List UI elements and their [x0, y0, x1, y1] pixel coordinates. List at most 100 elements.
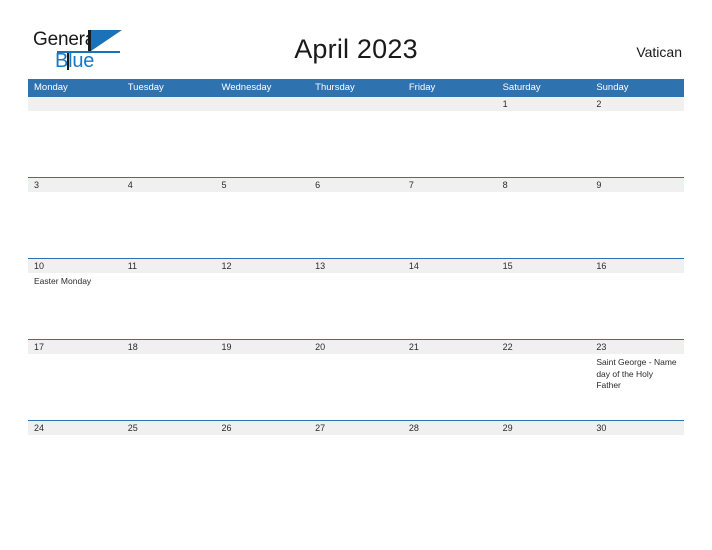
day-cell[interactable]	[497, 273, 591, 339]
week-event-band: Saint George - Name day of the Holy Fath…	[28, 354, 684, 420]
region-label: Vatican	[636, 44, 682, 60]
weekday-header-monday: Monday	[34, 82, 68, 93]
day-cell[interactable]: Easter Monday	[28, 273, 122, 339]
day-number[interactable]: 17	[28, 340, 122, 354]
weekday-header-wednesday: Wednesday	[221, 82, 272, 93]
day-cell[interactable]	[122, 435, 216, 501]
day-cell[interactable]	[590, 192, 684, 258]
day-number[interactable]: 25	[122, 421, 216, 435]
day-cell[interactable]	[28, 435, 122, 501]
day-number[interactable]	[403, 97, 497, 111]
day-number[interactable]: 6	[309, 178, 403, 192]
day-cell[interactable]	[403, 273, 497, 339]
day-number[interactable]: 23	[590, 340, 684, 354]
day-number[interactable]: 18	[122, 340, 216, 354]
day-number[interactable]: 8	[497, 178, 591, 192]
day-cell[interactable]	[215, 435, 309, 501]
week-event-band	[28, 435, 684, 501]
day-cell[interactable]	[309, 192, 403, 258]
day-cell[interactable]	[497, 435, 591, 501]
weekday-header-friday: Friday	[408, 82, 436, 93]
day-number[interactable]: 12	[215, 259, 309, 273]
day-cell[interactable]	[403, 192, 497, 258]
day-cell[interactable]	[590, 273, 684, 339]
day-cell[interactable]	[497, 192, 591, 258]
day-cell[interactable]	[122, 192, 216, 258]
day-number[interactable]: 3	[28, 178, 122, 192]
day-number[interactable]: 13	[309, 259, 403, 273]
week-date-band: 10 11 12 13 14 15 16	[28, 259, 684, 273]
day-cell[interactable]	[497, 111, 591, 177]
day-cell[interactable]	[403, 111, 497, 177]
page-title: April 2023	[294, 34, 418, 64]
weekday-header-row: Monday Tuesday Wednesday Thursday Friday…	[28, 79, 684, 96]
day-cell[interactable]	[309, 273, 403, 339]
day-number[interactable]: 28	[403, 421, 497, 435]
week-row: 17 18 19 20 21 22 23 Saint George - Name…	[28, 339, 684, 420]
day-cell[interactable]	[309, 111, 403, 177]
day-cell[interactable]	[215, 354, 309, 420]
day-cell[interactable]	[403, 435, 497, 501]
week-row: 24 25 26 27 28 29 30	[28, 420, 684, 501]
day-cell[interactable]	[122, 354, 216, 420]
day-number[interactable]: 30	[590, 421, 684, 435]
day-number[interactable]	[309, 97, 403, 111]
day-number[interactable]: 16	[590, 259, 684, 273]
day-number[interactable]: 2	[590, 97, 684, 111]
day-cell[interactable]	[215, 111, 309, 177]
day-number[interactable]: 20	[309, 340, 403, 354]
week-date-band: 24 25 26 27 28 29 30	[28, 421, 684, 435]
week-row: 1 2	[28, 96, 684, 177]
day-number[interactable]: 14	[403, 259, 497, 273]
day-cell[interactable]	[28, 354, 122, 420]
day-event: Saint George - Name day of the Holy Fath…	[596, 357, 677, 390]
day-cell[interactable]	[309, 354, 403, 420]
week-date-band: 17 18 19 20 21 22 23	[28, 340, 684, 354]
day-number[interactable]: 5	[215, 178, 309, 192]
day-number[interactable]: 15	[497, 259, 591, 273]
day-number[interactable]: 10	[28, 259, 122, 273]
week-date-band: 1 2	[28, 97, 684, 111]
day-number[interactable]	[122, 97, 216, 111]
weekday-header-thursday: Thursday	[315, 82, 355, 93]
day-number[interactable]: 21	[403, 340, 497, 354]
day-cell[interactable]: Saint George - Name day of the Holy Fath…	[590, 354, 684, 420]
day-number[interactable]	[28, 97, 122, 111]
day-number[interactable]	[215, 97, 309, 111]
week-event-band	[28, 111, 684, 177]
day-cell[interactable]	[28, 111, 122, 177]
page-header: General Blue April 2023 Vatican	[0, 0, 712, 78]
weekday-header-sunday: Sunday	[596, 82, 629, 93]
weekday-header-saturday: Saturday	[502, 82, 541, 93]
day-cell[interactable]	[590, 111, 684, 177]
day-cell[interactable]	[309, 435, 403, 501]
day-cell[interactable]	[122, 111, 216, 177]
day-cell[interactable]	[590, 435, 684, 501]
day-cell[interactable]	[403, 354, 497, 420]
day-number[interactable]: 19	[215, 340, 309, 354]
day-cell[interactable]	[497, 354, 591, 420]
week-date-band: 3 4 5 6 7 8 9	[28, 178, 684, 192]
calendar-page: General Blue April 2023 Vatican Monday T…	[0, 0, 712, 550]
calendar-grid: Monday Tuesday Wednesday Thursday Friday…	[28, 79, 684, 501]
day-number[interactable]: 27	[309, 421, 403, 435]
day-cell[interactable]	[215, 273, 309, 339]
weekday-header-tuesday: Tuesday	[127, 82, 164, 93]
day-cell[interactable]	[215, 192, 309, 258]
week-row: 3 4 5 6 7 8 9	[28, 177, 684, 258]
day-number[interactable]: 7	[403, 178, 497, 192]
day-number[interactable]: 1	[497, 97, 591, 111]
day-number[interactable]: 22	[497, 340, 591, 354]
day-number[interactable]: 4	[122, 178, 216, 192]
day-number[interactable]: 26	[215, 421, 309, 435]
day-number[interactable]: 24	[28, 421, 122, 435]
day-event: Easter Monday	[34, 276, 92, 286]
week-row: 10 11 12 13 14 15 16 Easter Monday	[28, 258, 684, 339]
week-event-band: Easter Monday	[28, 273, 684, 339]
day-cell[interactable]	[122, 273, 216, 339]
day-number[interactable]: 11	[122, 259, 216, 273]
day-cell[interactable]	[28, 192, 122, 258]
day-number[interactable]: 9	[590, 178, 684, 192]
day-number[interactable]: 29	[497, 421, 591, 435]
week-event-band	[28, 192, 684, 258]
